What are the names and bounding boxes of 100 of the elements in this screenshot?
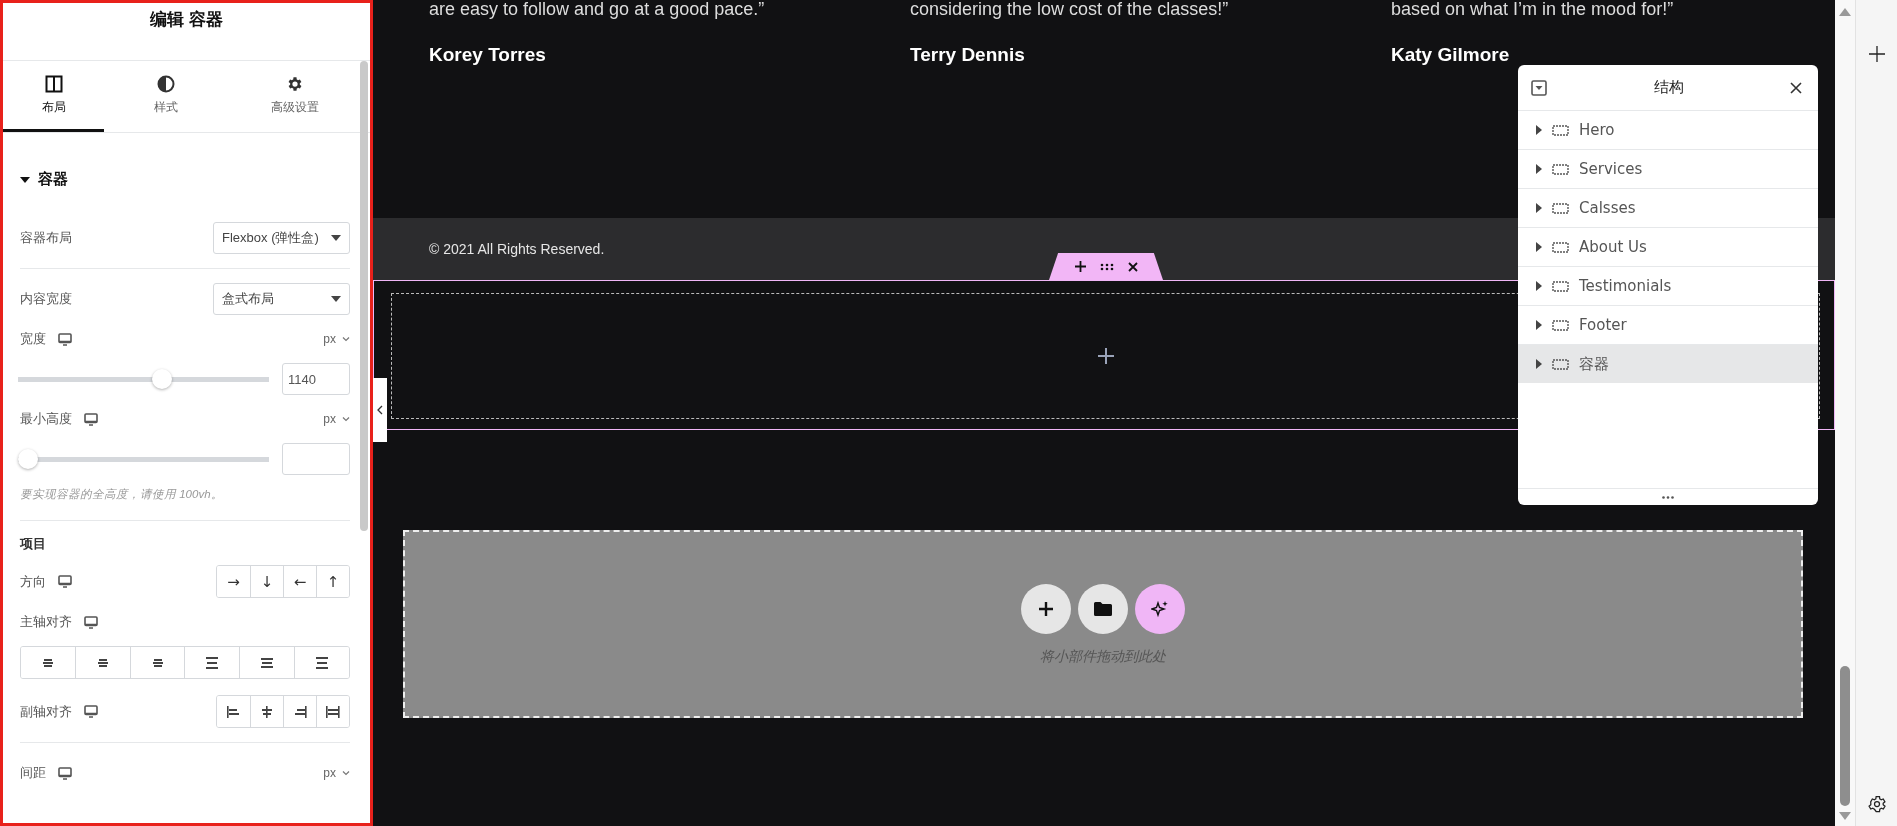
scroll-thumb[interactable] xyxy=(1840,666,1850,806)
desktop-icon[interactable] xyxy=(58,575,72,588)
caret-icon xyxy=(331,296,341,302)
close-icon[interactable] xyxy=(1127,261,1138,272)
desktop-icon[interactable] xyxy=(84,412,98,426)
justify-icon xyxy=(315,656,330,669)
copyright-text: © 2021 All Rights Reserved. xyxy=(429,241,605,257)
author-name: Terry Dennis xyxy=(910,44,1026,66)
unit-label[interactable]: px xyxy=(323,766,336,780)
slider-thumb[interactable] xyxy=(152,369,172,389)
desktop-icon[interactable] xyxy=(84,705,98,718)
container-icon xyxy=(1552,280,1569,292)
field-label: 方向 xyxy=(20,572,46,591)
field-label: 主轴对齐 xyxy=(20,613,72,631)
scroll-down-icon[interactable] xyxy=(1839,812,1851,820)
structure-item[interactable]: 容器 xyxy=(1518,345,1818,383)
justify-icon xyxy=(150,658,165,667)
structure-item[interactable]: Calsses xyxy=(1518,189,1818,228)
unit-label[interactable]: px xyxy=(323,412,336,426)
panel-tab[interactable]: 样式 xyxy=(112,61,220,132)
quote-text: considering the low cost of the classes!” xyxy=(910,0,1230,21)
align-icon xyxy=(260,704,274,719)
resize-handle-icon[interactable] xyxy=(1662,495,1674,499)
desktop-icon[interactable] xyxy=(84,615,98,629)
contrast-icon xyxy=(157,74,175,93)
hint-text: 要实现容器的全高度，请使用 100vh。 xyxy=(20,487,224,502)
chevron-down-icon[interactable] xyxy=(342,770,350,776)
field-label: 间距 xyxy=(20,764,46,782)
field-label: 最小高度 xyxy=(20,410,72,428)
expand-icon[interactable] xyxy=(1536,320,1542,330)
container-icon xyxy=(1552,319,1569,331)
panel-title: 编辑 容器 xyxy=(150,9,223,31)
field-label: 容器布局 xyxy=(20,229,72,247)
scrollbar[interactable] xyxy=(1835,0,1855,826)
settings-icon[interactable] xyxy=(1866,794,1887,814)
columns-icon xyxy=(44,74,63,93)
field-label: 内容宽度 xyxy=(20,290,72,308)
justify-icon xyxy=(95,658,110,667)
author-name: Katy Gilmore xyxy=(1391,44,1511,66)
expand-icon[interactable] xyxy=(1536,281,1542,291)
expand-icon[interactable] xyxy=(1536,203,1542,213)
ai-button[interactable] xyxy=(1135,584,1185,634)
container-icon xyxy=(1552,358,1569,370)
panel-title: 结构 xyxy=(1653,78,1684,97)
select-field[interactable]: Flexbox (弹性盒) xyxy=(213,222,350,254)
desktop-icon[interactable] xyxy=(58,332,72,346)
align-icon xyxy=(326,704,340,719)
structure-item[interactable]: About Us xyxy=(1518,228,1818,267)
number-field[interactable]: 1140 xyxy=(282,363,350,395)
justify-icon xyxy=(40,658,55,667)
scroll-up-icon[interactable] xyxy=(1839,8,1851,16)
justify-icon xyxy=(260,657,275,668)
drag-handle-icon[interactable] xyxy=(1099,262,1114,271)
unit-label[interactable]: px xyxy=(323,332,336,346)
quote-text: are easy to follow and go at a good pace.” xyxy=(429,0,766,21)
caret-icon[interactable] xyxy=(20,174,30,185)
desktop-icon[interactable] xyxy=(58,766,72,780)
field-label: 副轴对齐 xyxy=(20,702,72,721)
structure-item[interactable]: Hero xyxy=(1518,111,1818,150)
add-button[interactable] xyxy=(1021,584,1071,634)
expand-icon[interactable] xyxy=(1536,125,1542,135)
expand-icon[interactable] xyxy=(1536,359,1542,369)
container-icon xyxy=(1552,163,1569,175)
panel-tab[interactable]: 布局 xyxy=(3,61,104,132)
template-button[interactable] xyxy=(1078,584,1128,634)
author-name: Korey Torres xyxy=(429,44,547,66)
container-icon xyxy=(1552,124,1569,136)
direction-button[interactable]: ↑ xyxy=(316,566,349,597)
sparkle-icon xyxy=(1151,600,1169,618)
number-field[interactable] xyxy=(282,443,350,475)
add-icon[interactable] xyxy=(1074,261,1086,272)
justify-button[interactable] xyxy=(294,647,349,678)
add-icon[interactable] xyxy=(1096,347,1115,365)
chevron-down-icon[interactable] xyxy=(342,416,350,422)
collapse-icon[interactable] xyxy=(1531,79,1547,96)
align-icon xyxy=(226,704,241,719)
slider-thumb[interactable] xyxy=(18,449,38,469)
container-icon xyxy=(1552,241,1569,253)
container-icon xyxy=(1552,202,1569,214)
justify-icon xyxy=(205,656,220,669)
align-button[interactable] xyxy=(316,696,349,727)
expand-icon[interactable] xyxy=(1536,242,1542,252)
folder-icon xyxy=(1094,602,1112,616)
add-icon xyxy=(1038,601,1054,617)
align-icon xyxy=(293,704,307,719)
add-icon[interactable] xyxy=(1868,46,1885,62)
caret-icon xyxy=(331,235,341,241)
section-heading: 项目 xyxy=(20,535,47,553)
section-title[interactable]: 容器 xyxy=(38,170,68,189)
structure-item[interactable]: Testimonials xyxy=(1518,267,1818,306)
quote-text: based on what I’m in the mood for!” xyxy=(1391,0,1675,21)
chevron-left-icon[interactable] xyxy=(377,405,383,415)
close-icon[interactable] xyxy=(1790,81,1802,94)
panel-tab[interactable]: 高级设置 xyxy=(228,61,362,132)
expand-icon[interactable] xyxy=(1536,164,1542,174)
chevron-down-icon[interactable] xyxy=(342,336,350,342)
field-label: 宽度 xyxy=(20,330,46,348)
structure-item[interactable]: Services xyxy=(1518,150,1818,189)
settings-icon xyxy=(286,74,304,93)
select-field[interactable]: 盒式布局 xyxy=(213,283,350,315)
